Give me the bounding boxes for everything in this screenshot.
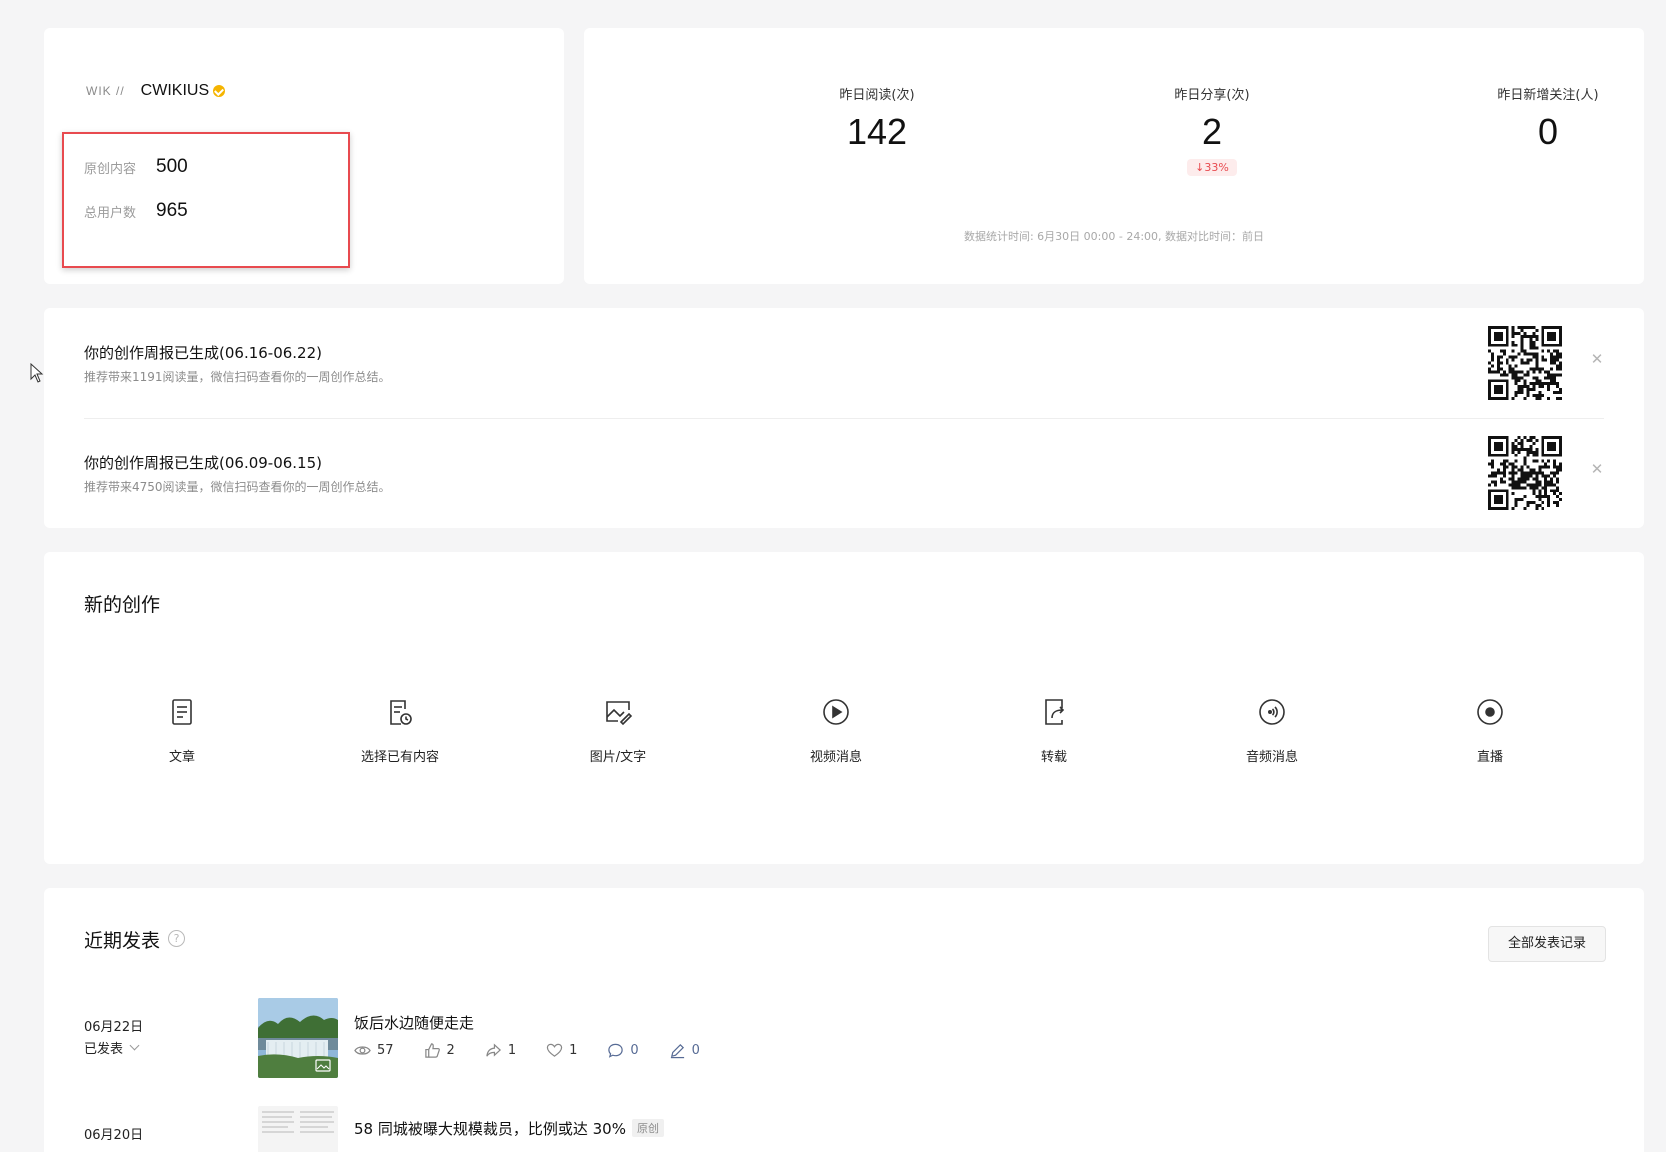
original-content-value: 500 bbox=[156, 156, 188, 177]
document-thumbnail-image bbox=[258, 1106, 338, 1152]
original-badge: 原创 bbox=[631, 1119, 664, 1137]
comments-metric[interactable]: 0 bbox=[607, 1042, 639, 1059]
post-row: 06月22日 已发表 饭后水边随便走走 57 2 1 1 0 0 bbox=[84, 998, 1604, 1098]
qr-code-icon bbox=[1488, 436, 1562, 510]
audio-icon bbox=[1259, 699, 1285, 725]
report-description: 推荐带来1191阅读量，微信扫码查看你的一周创作总结。 bbox=[84, 370, 391, 384]
likes-count: 2 bbox=[446, 1043, 455, 1058]
views-metric: 57 bbox=[354, 1042, 394, 1059]
post-title[interactable]: 58 同城被曝大规模裁员，比例或达 30% 原创 bbox=[354, 1118, 664, 1139]
repost-icon bbox=[1045, 699, 1065, 725]
shares-label: 昨日分享(次) bbox=[1174, 88, 1250, 103]
post-date: 06月22日 bbox=[84, 1020, 144, 1035]
recent-posts-title: 近期发表 bbox=[84, 930, 161, 952]
image-text-icon bbox=[606, 701, 633, 726]
total-users-stat: 总用户数 965 bbox=[84, 200, 188, 222]
shares-metric: 1 bbox=[485, 1042, 516, 1059]
report-title: 你的创作周报已生成(06.16-06.22) bbox=[84, 344, 323, 362]
create-article-label: 文章 bbox=[168, 750, 195, 765]
create-live-button[interactable]: 直播 bbox=[1420, 696, 1560, 765]
edits-count: 0 bbox=[691, 1043, 700, 1058]
favorites-count: 1 bbox=[569, 1043, 578, 1058]
mouse-cursor-icon bbox=[30, 363, 44, 383]
post-metrics: 57 2 1 1 0 0 bbox=[354, 1042, 730, 1059]
create-article-button[interactable]: 文章 bbox=[112, 696, 252, 765]
report-title: 你的创作周报已生成(06.09-06.15) bbox=[84, 454, 323, 472]
account-logo: WIK // bbox=[86, 84, 125, 98]
shares-value: 2 bbox=[1201, 111, 1223, 152]
video-icon bbox=[823, 699, 849, 725]
waterfall-thumbnail-image bbox=[258, 998, 338, 1078]
likes-metric: 2 bbox=[424, 1042, 455, 1059]
create-video-label: 视频消息 bbox=[809, 750, 862, 765]
weekly-report-card: 你的创作周报已生成(06.16-06.22) 推荐带来1191阅读量，微信扫码查… bbox=[44, 308, 1644, 528]
create-repost-button[interactable]: 转载 bbox=[984, 696, 1124, 765]
create-audio-label: 音频消息 bbox=[1245, 750, 1298, 765]
account-name[interactable]: CWIKIUS bbox=[141, 82, 209, 100]
yesterday-stats-card: 昨日阅读(次) 142 昨日分享(次) 2 ↓33% 昨日新增关注(人) 0 数… bbox=[584, 28, 1644, 284]
create-audio-button[interactable]: 音频消息 bbox=[1202, 696, 1342, 765]
pen-icon bbox=[670, 1043, 684, 1059]
new-creation-title: 新的创作 bbox=[84, 594, 161, 616]
all-posts-button[interactable]: 全部发表记录 bbox=[1488, 926, 1606, 962]
account-header: WIK // CWIKIUS bbox=[86, 82, 226, 100]
create-live-label: 直播 bbox=[1476, 750, 1503, 765]
yesterday-follows: 昨日新增关注(人) 0 bbox=[1448, 84, 1648, 153]
chevron-down-icon bbox=[129, 1040, 140, 1051]
new-creation-card: 新的创作 文章 选择已有内容 图片/文字 视频消息 转载 音频消息 直播 bbox=[44, 552, 1644, 864]
post-title-text: 58 同城被曝大规模裁员，比例或达 30% bbox=[354, 1120, 626, 1138]
comment-icon bbox=[608, 1043, 624, 1058]
reads-value: 142 bbox=[846, 111, 908, 152]
create-video-button[interactable]: 视频消息 bbox=[766, 696, 906, 765]
create-image-text-button[interactable]: 图片/文字 bbox=[548, 696, 688, 765]
close-icon[interactable]: ✕ bbox=[1590, 462, 1604, 477]
edits-metric[interactable]: 0 bbox=[669, 1042, 700, 1059]
post-row: 06月20日 58 同城被曝大规模裁员，比例或达 30% 原创 bbox=[84, 1106, 1604, 1152]
article-icon bbox=[172, 699, 192, 725]
eye-icon bbox=[354, 1046, 371, 1055]
close-icon[interactable]: ✕ bbox=[1590, 352, 1604, 367]
reads-label: 昨日阅读(次) bbox=[839, 88, 915, 103]
help-icon[interactable]: ? bbox=[168, 930, 185, 947]
post-thumbnail[interactable] bbox=[258, 1106, 338, 1152]
post-title[interactable]: 饭后水边随便走走 bbox=[354, 1012, 474, 1033]
comments-count: 0 bbox=[630, 1043, 639, 1058]
shares-delta-badge: ↓33% bbox=[1187, 159, 1237, 176]
stats-time-note: 数据统计时间: 6月30日 00:00 - 24:00, 数据对比时间：前日 bbox=[963, 230, 1265, 243]
yesterday-reads: 昨日阅读(次) 142 bbox=[777, 84, 977, 153]
verified-icon bbox=[213, 85, 226, 97]
post-status-label: 已发表 bbox=[84, 1042, 124, 1057]
total-users-label: 总用户数 bbox=[84, 205, 137, 221]
heart-icon bbox=[546, 1043, 563, 1057]
post-date: 06月20日 bbox=[84, 1128, 144, 1143]
shares-count: 1 bbox=[507, 1043, 517, 1058]
favorites-metric: 1 bbox=[546, 1042, 577, 1059]
post-thumbnail[interactable] bbox=[258, 998, 338, 1078]
create-image-text-label: 图片/文字 bbox=[589, 750, 647, 765]
original-content-stat: 原创内容 500 bbox=[84, 156, 188, 178]
account-card: WIK // CWIKIUS 原创内容 500 总用户数 965 bbox=[44, 28, 564, 284]
live-icon bbox=[1477, 699, 1503, 725]
recent-posts-card: 近期发表 ? 全部发表记录 06月22日 已发表 饭后水边随便走走 57 2 1… bbox=[44, 888, 1644, 1152]
total-users-value: 965 bbox=[156, 200, 188, 221]
report-description: 推荐带来4750阅读量，微信扫码查看你的一周创作总结。 bbox=[84, 480, 391, 494]
create-existing-label: 选择已有内容 bbox=[360, 750, 439, 765]
weekly-report-item[interactable]: 你的创作周报已生成(06.16-06.22) 推荐带来1191阅读量，微信扫码查… bbox=[84, 308, 1604, 418]
share-icon bbox=[486, 1043, 501, 1057]
weekly-report-item[interactable]: 你的创作周报已生成(06.09-06.15) 推荐带来4750阅读量，微信扫码查… bbox=[84, 418, 1604, 528]
post-status-dropdown[interactable]: 已发表 bbox=[84, 1038, 140, 1057]
qr-code-icon bbox=[1488, 326, 1562, 400]
views-count: 57 bbox=[377, 1043, 394, 1058]
yesterday-shares: 昨日分享(次) 2 ↓33% bbox=[1112, 84, 1312, 176]
follows-value: 0 bbox=[1537, 111, 1559, 152]
existing-content-icon bbox=[390, 700, 412, 725]
original-content-label: 原创内容 bbox=[84, 161, 137, 177]
create-existing-button[interactable]: 选择已有内容 bbox=[330, 696, 470, 765]
follows-label: 昨日新增关注(人) bbox=[1497, 88, 1599, 103]
thumbs-up-icon bbox=[424, 1043, 440, 1058]
create-repost-label: 转载 bbox=[1040, 750, 1067, 765]
